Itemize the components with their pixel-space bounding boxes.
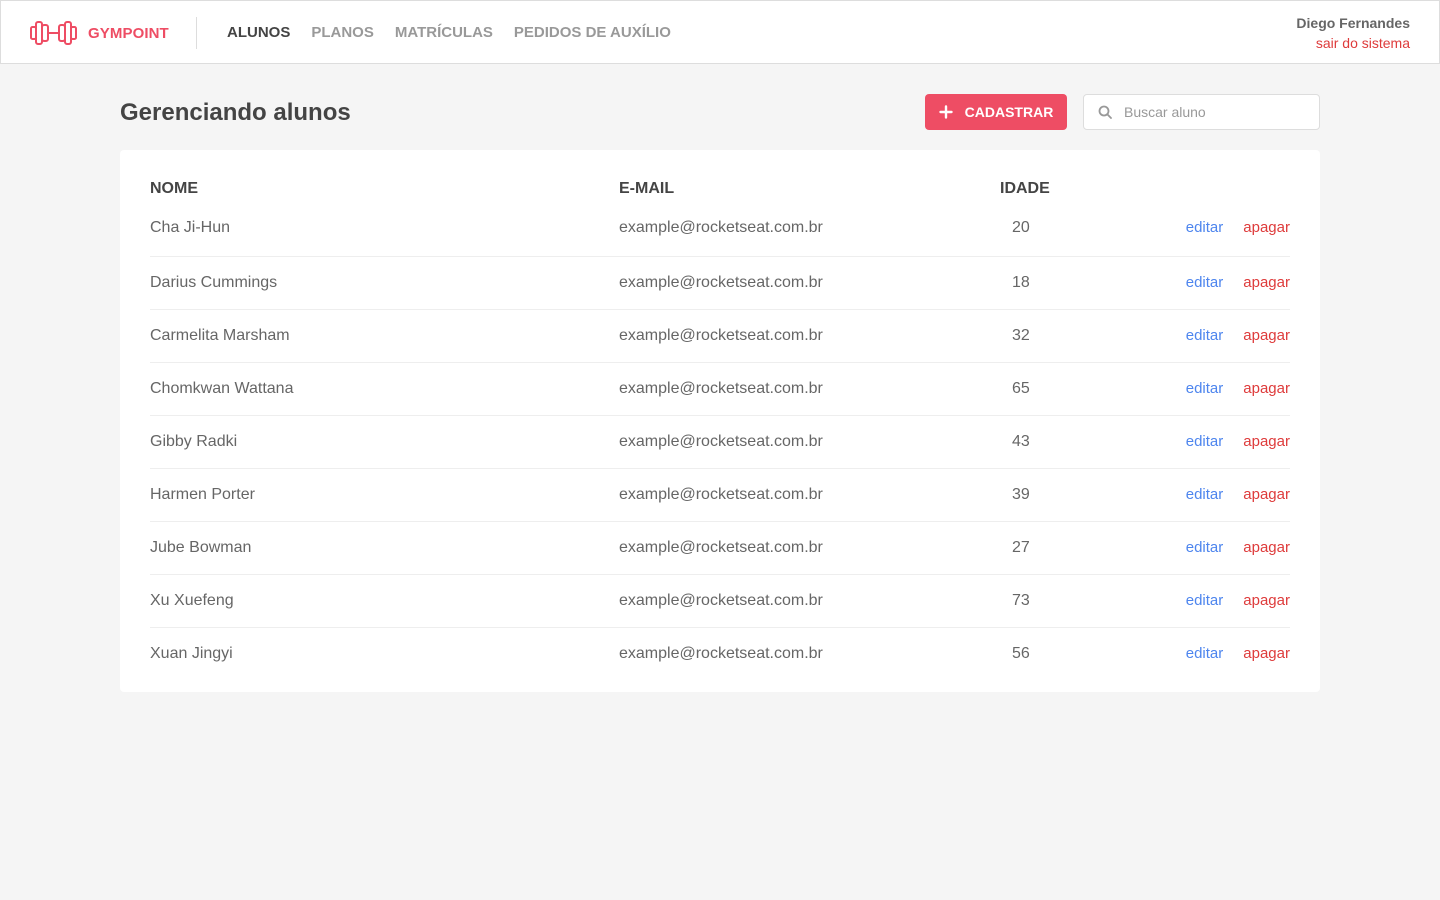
top-header: GYMPOINT ALUNOS PLANOS MATRÍCULAS PEDIDO… (0, 0, 1440, 64)
edit-link[interactable]: editar (1186, 219, 1224, 236)
plus-icon (938, 105, 953, 119)
student-age: 27 (1000, 521, 1120, 575)
column-header-email: E-MAIL (619, 180, 675, 197)
main-nav: ALUNOS PLANOS MATRÍCULAS PEDIDOS DE AUXÍ… (227, 1, 692, 63)
page-title: Gerenciando alunos (120, 99, 351, 126)
student-age: 20 (1000, 200, 1120, 257)
students-card: NOME E-MAIL IDADE Cha Ji-Hun example@roc… (120, 150, 1320, 692)
student-name: Darius Cummings (150, 256, 619, 310)
column-header-age: IDADE (1000, 180, 1050, 197)
table-row: Xuan Jingyi example@rocketseat.com.br 56… (150, 627, 1290, 680)
delete-link[interactable]: apagar (1243, 539, 1290, 556)
student-age: 18 (1000, 256, 1120, 310)
add-student-button[interactable]: CADASTRAR (925, 94, 1067, 130)
student-email: example@rocketseat.com.br (619, 415, 1000, 469)
table-row: Jube Bowman example@rocketseat.com.br 27… (150, 521, 1290, 575)
table-header-row: NOME E-MAIL IDADE (150, 180, 1290, 200)
student-name: Jube Bowman (150, 521, 619, 575)
student-age: 56 (1012, 644, 1030, 662)
table-row: Xu Xuefeng example@rocketseat.com.br 73 … (150, 574, 1290, 628)
delete-link[interactable]: apagar (1243, 592, 1290, 609)
row-actions: editar apagar (1120, 362, 1290, 416)
table-row: Darius Cummings example@rocketseat.com.b… (150, 256, 1290, 310)
student-email: example@rocketseat.com.br (619, 309, 1000, 363)
student-age: 32 (1000, 309, 1120, 363)
student-email: example@rocketseat.com.br (619, 362, 1000, 416)
row-actions: editar apagar (1120, 200, 1290, 257)
brand-name: GYMPOINT (88, 24, 169, 42)
row-actions: editar apagar (1120, 574, 1290, 628)
nav-item-planos[interactable]: PLANOS (311, 24, 374, 41)
nav-item-matriculas[interactable]: MATRÍCULAS (395, 24, 493, 41)
delete-link[interactable]: apagar (1243, 433, 1290, 450)
search-box (1083, 94, 1320, 130)
edit-link[interactable]: editar (1186, 486, 1224, 503)
row-actions: editar apagar (1120, 256, 1290, 310)
row-actions: editar apagar (1120, 415, 1290, 469)
user-menu: Diego Fernandes sair do sistema (1296, 15, 1410, 51)
delete-link[interactable]: apagar (1243, 645, 1290, 662)
student-name: Chomkwan Wattana (150, 362, 619, 416)
table-row: Cha Ji-Hun example@rocketseat.com.br 20 … (150, 200, 1290, 257)
column-header-actions (1120, 180, 1290, 200)
table-row: Chomkwan Wattana example@rocketseat.com.… (150, 362, 1290, 416)
student-name: Gibby Radki (150, 415, 619, 469)
student-name: Carmelita Marsham (150, 309, 619, 363)
row-actions: editar apagar (1120, 309, 1290, 363)
brand[interactable]: GYMPOINT (30, 19, 169, 47)
student-email: example@rocketseat.com.br (619, 644, 823, 662)
edit-link[interactable]: editar (1186, 539, 1224, 556)
delete-link[interactable]: apagar (1243, 486, 1290, 503)
student-age: 39 (1000, 468, 1120, 522)
student-name: Cha Ji-Hun (150, 200, 619, 257)
dumbbell-icon (30, 21, 77, 45)
delete-link[interactable]: apagar (1243, 274, 1290, 291)
column-header-name: NOME (150, 180, 198, 197)
student-age: 43 (1000, 415, 1120, 469)
table-row: Harmen Porter example@rocketseat.com.br … (150, 468, 1290, 522)
edit-link[interactable]: editar (1186, 327, 1224, 344)
header-divider (196, 17, 197, 49)
row-actions: editar apagar (1120, 468, 1290, 522)
student-email: example@rocketseat.com.br (619, 574, 1000, 628)
students-table: NOME E-MAIL IDADE Cha Ji-Hun example@roc… (150, 180, 1290, 680)
edit-link[interactable]: editar (1186, 433, 1224, 450)
student-name: Harmen Porter (150, 468, 619, 522)
search-input[interactable] (1124, 104, 1314, 120)
nav-item-pedidos-de-auxilio[interactable]: PEDIDOS DE AUXÍLIO (514, 24, 671, 41)
table-row: Gibby Radki example@rocketseat.com.br 43… (150, 415, 1290, 469)
student-email: example@rocketseat.com.br (619, 468, 1000, 522)
student-name: Xuan Jingyi (150, 644, 233, 662)
edit-link[interactable]: editar (1186, 274, 1224, 291)
delete-link[interactable]: apagar (1243, 380, 1290, 397)
delete-link[interactable]: apagar (1243, 327, 1290, 344)
student-name: Xu Xuefeng (150, 574, 619, 628)
student-age: 73 (1000, 574, 1120, 628)
student-age: 65 (1000, 362, 1120, 416)
edit-link[interactable]: editar (1186, 380, 1224, 397)
edit-link[interactable]: editar (1186, 645, 1224, 662)
logout-link[interactable]: sair do sistema (1296, 35, 1410, 51)
nav-item-alunos[interactable]: ALUNOS (227, 24, 290, 41)
delete-link[interactable]: apagar (1243, 219, 1290, 236)
student-email: example@rocketseat.com.br (619, 521, 1000, 575)
table-row: Carmelita Marsham example@rocketseat.com… (150, 309, 1290, 363)
row-actions: editar apagar (1120, 521, 1290, 575)
row-actions: editar apagar (1120, 627, 1290, 680)
user-name: Diego Fernandes (1296, 15, 1410, 31)
add-student-button-label: CADASTRAR (964, 104, 1054, 120)
student-email: example@rocketseat.com.br (619, 200, 1000, 257)
search-icon (1098, 105, 1112, 119)
student-email: example@rocketseat.com.br (619, 256, 1000, 310)
edit-link[interactable]: editar (1186, 592, 1224, 609)
